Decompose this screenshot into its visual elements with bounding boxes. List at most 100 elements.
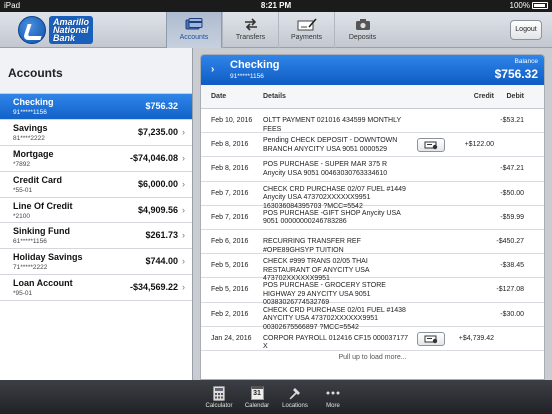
check-image-icon bbox=[424, 141, 438, 150]
toolbar-calendar[interactable]: 31 Calendar bbox=[238, 380, 276, 409]
account-item-sinking-fund[interactable]: Sinking Fund 61*****1156 $261.73 › bbox=[0, 223, 192, 250]
tab-payments-label: Payments bbox=[290, 34, 323, 41]
transaction-debit: -$53.21 bbox=[500, 117, 524, 124]
transaction-date: Feb 8, 2016 bbox=[211, 165, 249, 173]
battery-indicator: 100% bbox=[510, 1, 548, 10]
transaction-row[interactable]: Feb 5, 2016 CHECK #999 TRANS 02/05 THAI R… bbox=[201, 254, 544, 282]
calendar-icon: 31 bbox=[238, 385, 276, 401]
toolbar-locations-label: Locations bbox=[282, 403, 308, 409]
chevron-right-icon: › bbox=[182, 256, 185, 267]
transaction-row[interactable]: Feb 8, 2016 POS PURCHASE - SUPER MAR 375 … bbox=[201, 157, 544, 182]
account-name: Sinking Fund bbox=[13, 226, 70, 237]
camera-icon bbox=[335, 17, 390, 31]
check-image-button[interactable] bbox=[417, 331, 445, 346]
transaction-details: POS PURCHASE - SUPER MAR 375 R Anycity U… bbox=[263, 161, 388, 177]
transaction-row[interactable]: Feb 5, 2016 POS PURCHASE - GROCERY STORE … bbox=[201, 278, 544, 306]
account-detail-header[interactable]: › Checking 91*****1156 Balance $756.32 bbox=[201, 55, 544, 85]
transaction-date: Feb 5, 2016 bbox=[211, 262, 249, 270]
bottom-toolbar: Calculator 31 Calendar Locations More bbox=[0, 380, 552, 414]
check-image-button[interactable] bbox=[417, 138, 445, 153]
tab-accounts-label: Accounts bbox=[179, 34, 209, 41]
toolbar-calculator-label: Calculator bbox=[205, 403, 233, 409]
calculator-icon bbox=[200, 385, 238, 401]
transaction-details: OLTT PAYMENT 021016 434599 MONTHLY FEES bbox=[263, 117, 401, 133]
transaction-credit: +$122.00 bbox=[464, 141, 494, 149]
transaction-details: RECURRING TRANSFER REF #OPE89GHSYP TUITI… bbox=[263, 238, 361, 254]
account-name: Savings bbox=[13, 122, 48, 133]
account-balance: $756.32 bbox=[145, 101, 178, 111]
toolbar-locations[interactable]: Locations bbox=[276, 380, 314, 409]
transaction-row[interactable]: Feb 2, 2016 CHECK CRD PURCHASE 02/01 FUEL… bbox=[201, 303, 544, 331]
bank-logo: Amarillo National Bank bbox=[18, 16, 94, 44]
transaction-date: Feb 8, 2016 bbox=[211, 141, 249, 149]
account-number: 91*****1156 bbox=[13, 109, 47, 116]
accounts-panel: Accounts Checking 91*****1156 $756.32 Sa… bbox=[0, 48, 193, 380]
transaction-debit: -$30.00 bbox=[500, 310, 524, 318]
account-name: Credit Card bbox=[13, 174, 63, 185]
tab-payments[interactable]: Payments bbox=[278, 12, 334, 48]
transaction-debit: -$450.27 bbox=[496, 238, 524, 245]
account-balance: $4,909.56 bbox=[137, 204, 178, 215]
transaction-row[interactable]: Feb 7, 2016 CHECK CRD PURCHASE 02/07 FUEL… bbox=[201, 182, 544, 210]
account-balance: $7,235.00 bbox=[137, 126, 178, 137]
transaction-debit: -$47.21 bbox=[500, 165, 524, 173]
check-pen-icon bbox=[279, 17, 334, 31]
toolbar-calendar-label: Calendar bbox=[244, 403, 270, 409]
column-credit: Credit bbox=[473, 93, 494, 100]
transaction-date: Feb 6, 2016 bbox=[211, 238, 249, 245]
account-name: Mortgage bbox=[13, 148, 54, 159]
chevron-right-icon: › bbox=[182, 282, 185, 293]
transaction-debit: -$38.45 bbox=[500, 262, 524, 270]
wallet-icon bbox=[167, 17, 221, 31]
chevron-right-icon: › bbox=[182, 126, 185, 137]
transaction-row[interactable]: Feb 7, 2016 POS PURCHASE -GIFT SHOP Anyci… bbox=[201, 206, 544, 230]
account-balance: $744.00 bbox=[145, 256, 178, 267]
account-number: *55-01 bbox=[13, 186, 33, 194]
transaction-row[interactable]: Jan 24, 2016 CORPOR PAYROLL 012416 CF15 0… bbox=[201, 327, 544, 351]
bank-logo-icon bbox=[18, 16, 46, 44]
account-item-mortgage[interactable]: Mortgage *7892 -$74,046.08 › bbox=[0, 146, 192, 172]
transaction-date: Feb 7, 2016 bbox=[211, 189, 249, 197]
transaction-date: Feb 7, 2016 bbox=[211, 213, 249, 221]
account-number: 81****2222 bbox=[13, 134, 45, 142]
account-item-checking[interactable]: Checking 91*****1156 $756.32 bbox=[0, 94, 192, 120]
status-bar: iPad 8:21 PM 100% bbox=[0, 0, 552, 12]
balance-label: Balance bbox=[514, 58, 539, 65]
transaction-row[interactable]: Feb 8, 2016 Pending CHECK DEPOSIT - DOWNT… bbox=[201, 133, 544, 158]
transaction-debit: -$59.99 bbox=[500, 213, 524, 221]
logout-button[interactable]: Logout bbox=[510, 20, 542, 40]
transaction-row[interactable]: Feb 6, 2016 RECURRING TRANSFER REF #OPE89… bbox=[201, 230, 544, 255]
account-number: *2100 bbox=[13, 212, 30, 220]
account-balance: $6,000.00 bbox=[137, 178, 178, 189]
tab-transfers[interactable]: Transfers bbox=[222, 12, 278, 48]
toolbar-more[interactable]: More bbox=[314, 380, 352, 409]
more-dots-icon bbox=[314, 385, 352, 401]
chevron-right-icon: › bbox=[182, 178, 185, 189]
account-name: Checking bbox=[13, 97, 54, 107]
check-image-icon bbox=[424, 335, 438, 343]
transaction-row[interactable]: Feb 10, 2016 OLTT PAYMENT 021016 434599 M… bbox=[201, 109, 544, 134]
transaction-debit: -$50.00 bbox=[500, 189, 524, 197]
account-balance: -$34,569.22 bbox=[129, 282, 178, 293]
account-item-holiday-savings[interactable]: Holiday Savings 71*****2222 $744.00 › bbox=[0, 249, 192, 276]
account-name: Holiday Savings bbox=[13, 252, 83, 263]
tab-deposits[interactable]: Deposits bbox=[334, 12, 390, 48]
toolbar-calculator[interactable]: Calculator bbox=[200, 380, 238, 409]
main-nav: Accounts Transfers Payments Deposits bbox=[166, 12, 390, 48]
column-details: Details bbox=[263, 93, 286, 100]
account-balance: -$74,046.08 bbox=[129, 152, 178, 163]
tab-accounts[interactable]: Accounts bbox=[166, 12, 222, 48]
chevron-right-icon: › bbox=[182, 230, 185, 241]
transactions-header: Date Details Credit Debit bbox=[201, 85, 544, 109]
account-item-line-of-credit[interactable]: Line Of Credit *2100 $4,909.56 › bbox=[0, 198, 192, 224]
tab-deposits-label: Deposits bbox=[348, 34, 377, 41]
account-item-savings[interactable]: Savings 81****2222 $7,235.00 › bbox=[0, 120, 192, 146]
account-number: *7892 bbox=[13, 160, 30, 168]
detail-account-number: 91*****1156 bbox=[230, 73, 264, 80]
account-item-loan-account[interactable]: Loan Account *95-01 -$34,569.22 › bbox=[0, 275, 192, 302]
account-number: 61*****1156 bbox=[13, 238, 47, 246]
calendar-day: 31 bbox=[250, 386, 264, 400]
account-detail-panel: › Checking 91*****1156 Balance $756.32 D… bbox=[200, 54, 545, 380]
chevron-right-icon: › bbox=[211, 64, 215, 75]
account-item-credit-card[interactable]: Credit Card *55-01 $6,000.00 › bbox=[0, 172, 192, 198]
